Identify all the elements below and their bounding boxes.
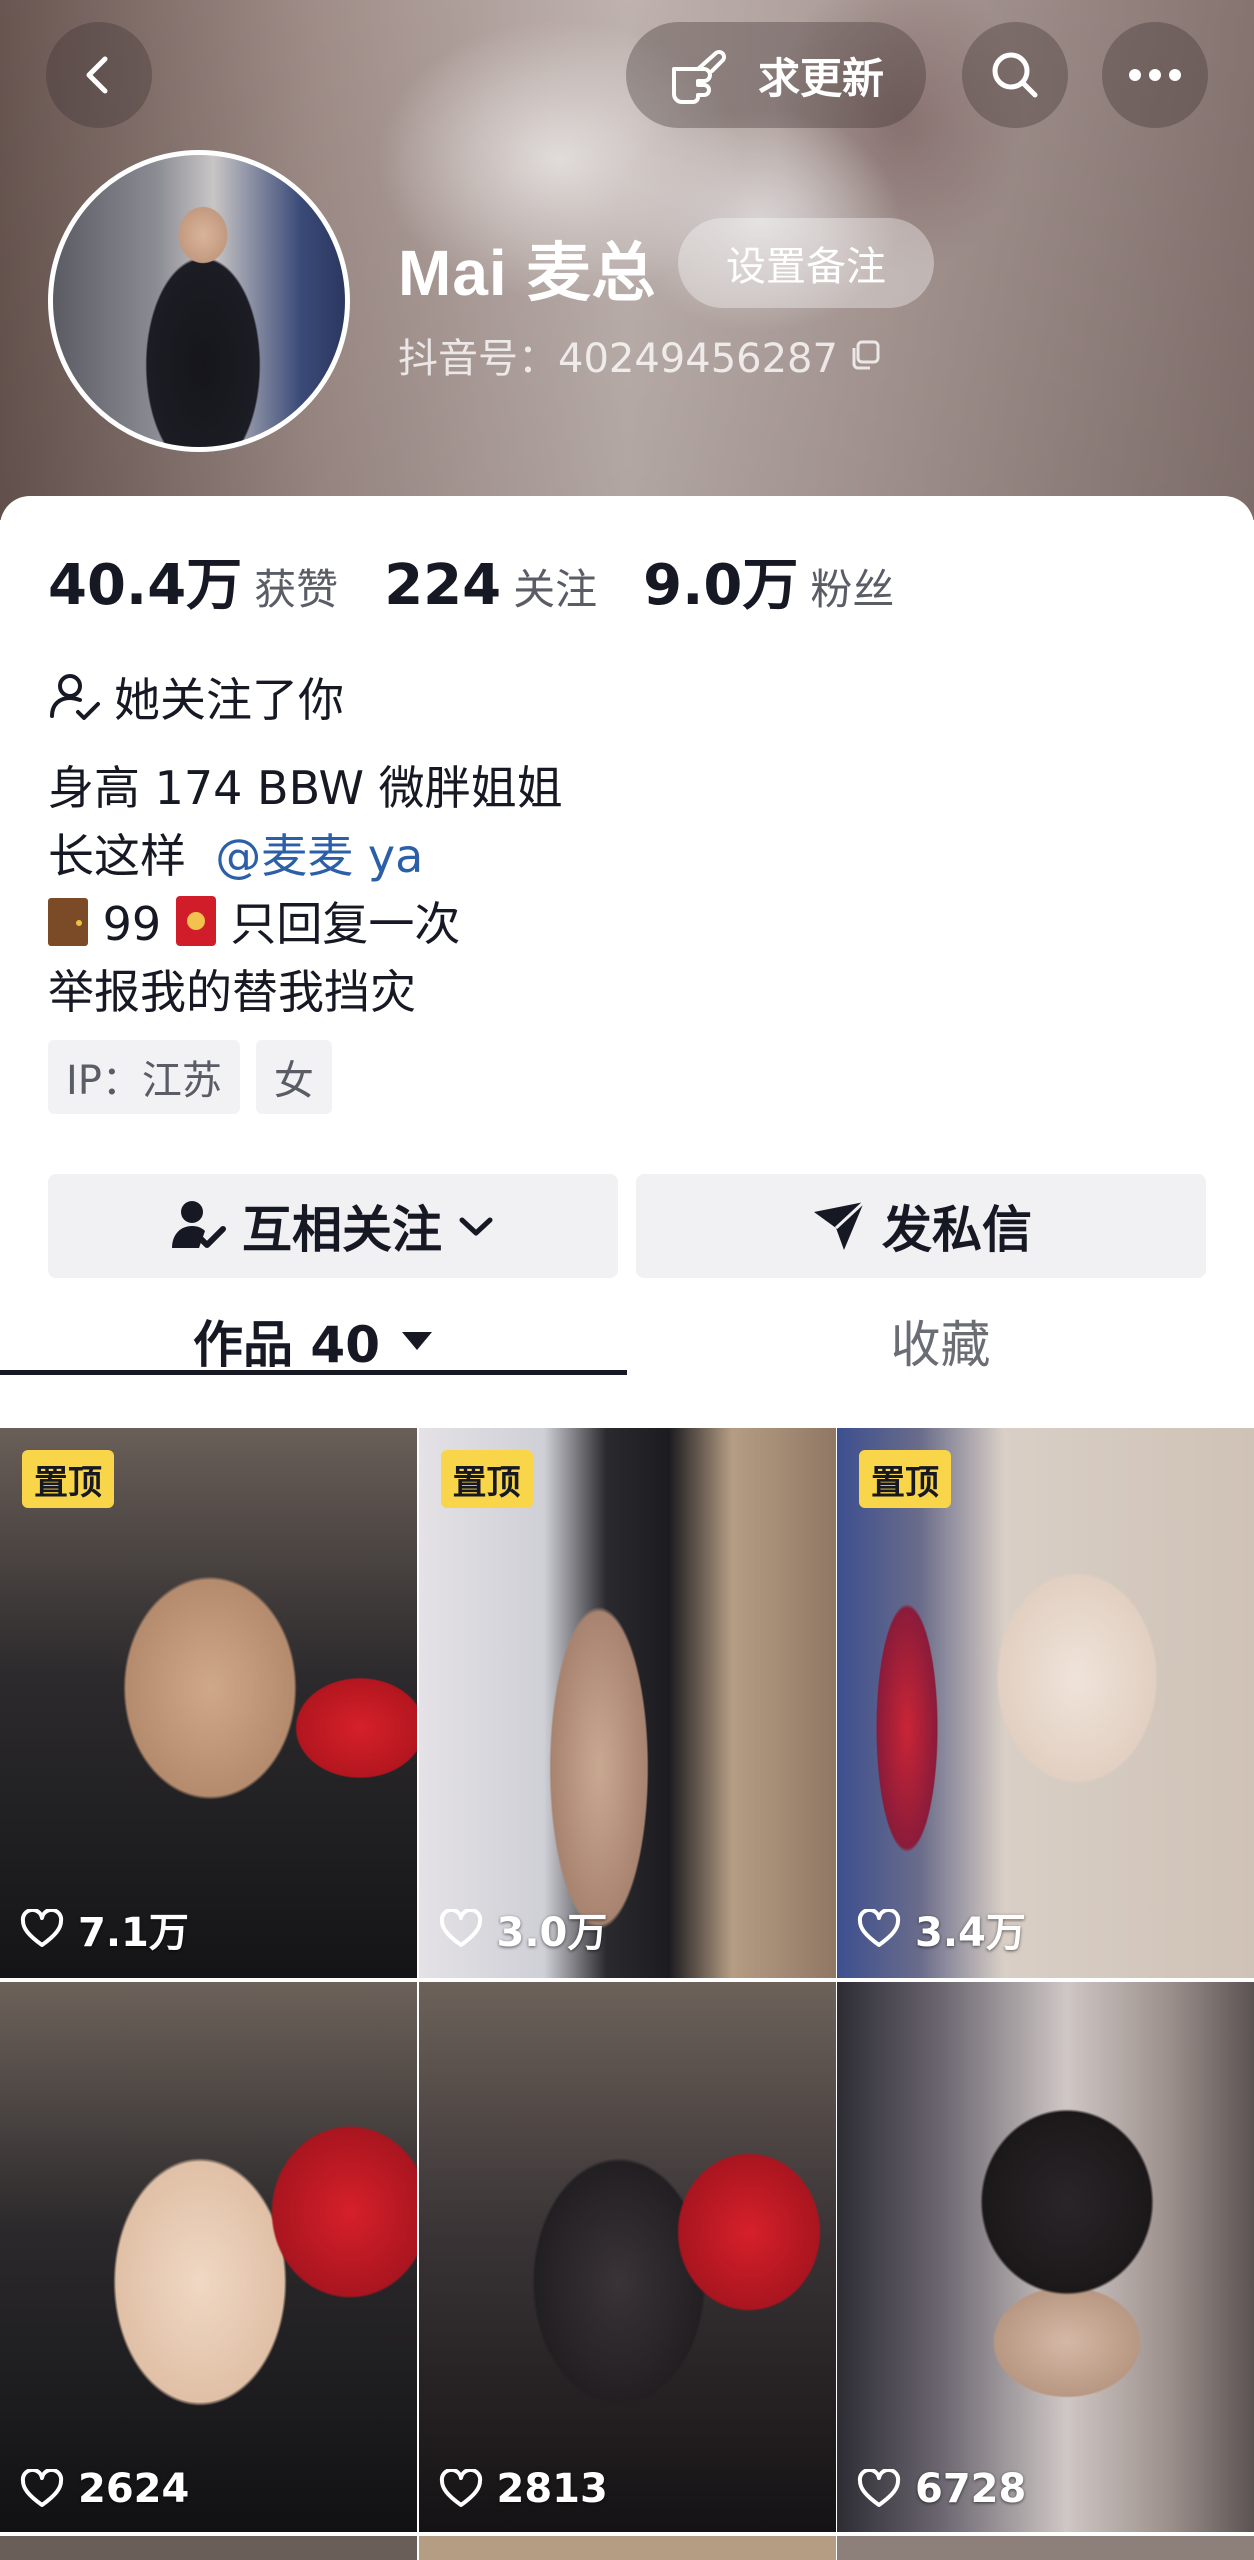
ip-location-tag: IP：江苏 [48, 1040, 240, 1114]
like-count: 2624 [20, 2466, 189, 2512]
mutual-follow-button[interactable]: 互相关注 [48, 1174, 618, 1278]
follows-you-text: 她关注了你 [114, 673, 344, 727]
pinned-badge: 置顶 [22, 1450, 114, 1508]
red-envelope-emoji-icon [175, 896, 216, 946]
send-message-button[interactable]: 发私信 [636, 1174, 1206, 1278]
pinned-badge: 置顶 [859, 1450, 951, 1508]
like-count: 3.4万 [857, 1900, 1026, 1958]
stats-row: 40.4万 获赞 224 关注 9.0万 粉丝 [48, 540, 940, 621]
bio-line-3-text: 只回复一次 [230, 897, 461, 951]
pointing-hand-icon [671, 50, 726, 104]
gender-tag: 女 [255, 1040, 332, 1114]
heart-icon [20, 1909, 64, 1947]
send-arrow-icon [814, 1200, 866, 1250]
video-thumbnail-peek[interactable] [0, 2536, 417, 2560]
like-count-value: 3.0万 [496, 1910, 608, 1956]
video-grid: 置顶 7.1万 置顶 3.0万 置顶 3.4万 2624 2813 6728 [0, 1428, 1254, 2532]
tab-works[interactable]: 作品 40 [0, 1286, 627, 1396]
like-count-value: 2813 [496, 2466, 608, 2512]
person-check-icon [50, 674, 100, 720]
back-button[interactable] [46, 22, 152, 128]
video-thumbnail[interactable]: 2624 [0, 1982, 417, 2532]
content-tabs: 作品 40 收藏 [0, 1286, 1254, 1396]
person-check-icon [172, 1201, 226, 1248]
video-thumbnail[interactable]: 2813 [418, 1982, 836, 2532]
followers-count[interactable]: 9.0万 [643, 540, 798, 621]
more-dots-icon [1129, 69, 1181, 81]
heart-icon [439, 1909, 482, 1947]
tab-favorites[interactable]: 收藏 [627, 1286, 1254, 1396]
heart-icon [857, 2469, 901, 2507]
likes-label: 获赞 [254, 565, 339, 614]
pinned-badge: 置顶 [440, 1450, 533, 1508]
like-count-value: 7.1万 [78, 1910, 189, 1956]
copy-icon [852, 340, 880, 370]
profile-tags: IP：江苏 女 [48, 1040, 332, 1114]
search-icon [992, 52, 1038, 98]
video-thumbnail-peek[interactable] [837, 2536, 1254, 2560]
caret-down-icon [402, 1332, 432, 1350]
mention-link[interactable]: @麦麦 ya [215, 829, 423, 883]
follows-you-row: 她关注了你 [48, 664, 344, 730]
douyin-id-text: 抖音号：40249456287 [398, 336, 838, 382]
video-thumbnail[interactable]: 置顶 3.4万 [837, 1428, 1254, 1978]
heart-icon [20, 2469, 64, 2507]
following-label: 关注 [513, 565, 598, 614]
mutual-follow-label: 互相关注 [242, 1201, 442, 1259]
video-thumbnail[interactable]: 6728 [837, 1982, 1254, 2532]
video-thumbnail[interactable]: 置顶 7.1万 [0, 1428, 417, 1978]
followers-label: 粉丝 [810, 565, 895, 614]
like-count: 6728 [857, 2466, 1026, 2512]
like-count: 7.1万 [20, 1900, 189, 1958]
tab-works-label: 作品 40 [193, 1316, 380, 1374]
more-button[interactable] [1102, 22, 1208, 128]
video-thumbnail[interactable]: 置顶 3.0万 [418, 1428, 836, 1978]
bio-line-1: 身高 174 BBW 微胖姐姐 [48, 761, 563, 815]
like-count-value: 2624 [78, 2466, 190, 2512]
chevron-left-icon [86, 56, 108, 94]
next-row-peek [0, 2536, 1254, 2560]
send-message-label: 发私信 [882, 1201, 1032, 1259]
bio-line-2-prefix: 长这样 [48, 829, 186, 883]
active-tab-indicator [0, 1370, 627, 1375]
door-emoji-icon [48, 898, 88, 946]
following-count[interactable]: 224 [384, 553, 501, 618]
search-button[interactable] [962, 22, 1068, 128]
video-thumbnail-peek[interactable] [418, 2536, 836, 2560]
avatar[interactable] [48, 150, 350, 452]
douyin-id[interactable]: 抖音号：40249456287 [398, 326, 882, 384]
request-update-label: 求更新 [757, 53, 884, 103]
like-count: 3.0万 [439, 1900, 608, 1958]
bio-line-4: 举报我的替我挡灾 [48, 965, 416, 1019]
like-count: 2813 [439, 2466, 608, 2512]
heart-icon [439, 2469, 482, 2507]
like-count-value: 3.4万 [915, 1910, 1026, 1956]
bio-line-3: 99 只回复一次 [48, 888, 460, 954]
chevron-down-icon [459, 1217, 493, 1236]
bio-line-3-number: 99 [102, 897, 162, 951]
request-update-button[interactable]: 求更新 [626, 22, 926, 128]
bio-line-2: 长这样 @麦麦 ya [48, 820, 423, 886]
nickname: Mai 麦总 [398, 237, 657, 309]
likes-count[interactable]: 40.4万 [48, 540, 242, 621]
set-remark-button[interactable]: 设置备注 [678, 218, 934, 308]
like-count-value: 6728 [915, 2466, 1027, 2512]
heart-icon [857, 1909, 901, 1947]
